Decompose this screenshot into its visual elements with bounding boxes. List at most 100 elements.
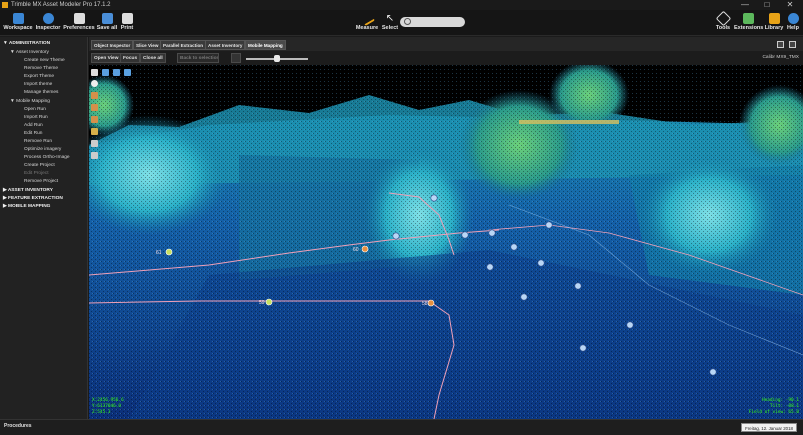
- maximize-view-icon[interactable]: [789, 41, 796, 48]
- sidebar-item[interactable]: Edit Project: [24, 170, 49, 177]
- asset-sphere[interactable]: [626, 321, 634, 329]
- asset-sphere[interactable]: [574, 282, 582, 290]
- preferences-icon: [73, 13, 85, 24]
- sidebar-item[interactable]: Import Run: [24, 114, 48, 121]
- viewer-toolbar: Open View Focus Close all Back to select…: [89, 51, 803, 65]
- sidebar-item[interactable]: ▶ FEATURE EXTRACTION: [3, 195, 63, 202]
- select-button[interactable]: ↖ Select: [381, 11, 399, 35]
- run-marker[interactable]: [265, 298, 273, 306]
- minimize-button[interactable]: —: [735, 0, 755, 10]
- asset-sphere[interactable]: [709, 368, 717, 376]
- printer-icon: [121, 13, 133, 24]
- run-marker[interactable]: [361, 245, 369, 253]
- coord-z: Z:545.3: [92, 410, 111, 415]
- tab-bar: Object Inspector Slice View Parallel Ext…: [89, 37, 803, 51]
- sidebar-item[interactable]: Create Project: [24, 162, 55, 169]
- sidebar-item[interactable]: Remove Run: [24, 138, 52, 145]
- save-all-label: Save all: [96, 25, 118, 31]
- point-cloud-viewport[interactable]: 61 60 59 58: [89, 65, 803, 419]
- view-tool-1-icon[interactable]: [91, 69, 98, 76]
- sidebar-item[interactable]: ▶ ASSET INVENTORY: [3, 187, 53, 194]
- asset-sphere[interactable]: [545, 221, 553, 229]
- procedures-label[interactable]: Procedures: [4, 423, 32, 429]
- view-tool-2-icon[interactable]: [102, 69, 109, 76]
- cursor-icon: ↖: [385, 13, 395, 24]
- sidebar-item[interactable]: Open Run: [24, 106, 46, 113]
- sidebar-item[interactable]: ▼ Mobile Mapping: [10, 98, 50, 105]
- sidebar-item[interactable]: Manage themes: [24, 89, 58, 96]
- preferences-button[interactable]: Preferences: [63, 11, 95, 35]
- sidebar-item[interactable]: Remove Theme: [24, 65, 58, 72]
- sidebar-item[interactable]: Edit Run: [24, 130, 42, 137]
- sidebar-item[interactable]: Process Ortho-Image: [24, 154, 70, 161]
- back-to-selection-button[interactable]: Back to selection: [177, 53, 219, 63]
- close-window-button[interactable]: ✕: [780, 0, 800, 10]
- asset-sphere[interactable]: [520, 293, 528, 301]
- sidebar-item[interactable]: ▶ MOBILE MAPPING: [3, 203, 50, 210]
- sidebar-item[interactable]: Create new Theme: [24, 57, 65, 64]
- tools-button[interactable]: Tools: [713, 10, 733, 35]
- open-view-button[interactable]: Open View: [91, 53, 122, 63]
- asset-sphere[interactable]: [510, 243, 518, 251]
- layout-icon[interactable]: [777, 41, 784, 48]
- layer-tool-3-icon[interactable]: [91, 116, 98, 123]
- inspector-label: Inspector: [35, 25, 61, 31]
- search-icon: [404, 18, 411, 25]
- orbit-icon[interactable]: [91, 80, 98, 87]
- extensions-label: Extensions: [734, 25, 764, 31]
- run-marker[interactable]: [427, 299, 435, 307]
- marker-label: 58: [422, 301, 428, 307]
- print-label: Print: [120, 25, 134, 31]
- help-button[interactable]: Help: [785, 11, 801, 35]
- sidebar-item[interactable]: ▼ Asset Inventory: [10, 49, 49, 56]
- preferences-label: Preferences: [63, 25, 95, 31]
- asset-sphere[interactable]: [488, 229, 496, 237]
- extensions-icon: [742, 13, 754, 24]
- tab-asset-inventory[interactable]: Asset Inventory: [205, 40, 246, 50]
- help-label: Help: [787, 25, 799, 31]
- library-label: Library: [764, 25, 784, 31]
- tab-slice-view[interactable]: Slice View: [133, 40, 162, 50]
- layer-tool-4-icon[interactable]: [91, 128, 98, 135]
- view-tool-3-icon[interactable]: [113, 69, 120, 76]
- inspector-button[interactable]: Inspector: [34, 11, 62, 35]
- asset-sphere[interactable]: [461, 231, 469, 239]
- layer-tool-6-icon[interactable]: [91, 152, 98, 159]
- measure-icon: [359, 10, 375, 27]
- calibration-label: Calibr MX9_TMX: [762, 55, 799, 60]
- library-button[interactable]: Library: [764, 11, 784, 35]
- focus-button[interactable]: Focus: [120, 53, 141, 63]
- close-all-button[interactable]: Close all: [140, 53, 166, 63]
- view-tool-4-icon[interactable]: [124, 69, 131, 76]
- sidebar-item[interactable]: ▼ ADMINISTRATION: [3, 40, 50, 47]
- layer-tool-5-icon[interactable]: [91, 140, 98, 147]
- maximize-button[interactable]: □: [757, 0, 777, 10]
- measure-button[interactable]: Measure: [354, 10, 380, 35]
- window-title: Trimble MX Asset Modeler Pro 17.1.2: [11, 2, 111, 8]
- sidebar-item[interactable]: Import theme: [24, 81, 52, 88]
- asset-sphere[interactable]: [537, 259, 545, 267]
- workspace-button[interactable]: Workspace: [3, 11, 33, 35]
- sidebar-item[interactable]: Add Run: [24, 122, 43, 129]
- asset-sphere[interactable]: [579, 344, 587, 352]
- marker-label: 60: [353, 247, 359, 253]
- asset-sphere[interactable]: [430, 194, 438, 202]
- settings-icon[interactable]: [231, 53, 241, 63]
- layer-tool-2-icon[interactable]: [91, 104, 98, 111]
- sidebar-item[interactable]: Remove Project: [24, 178, 58, 185]
- camera-readout: Heading: -90.1 Tilt: -88.1 Field of view…: [749, 398, 799, 416]
- sidebar-item[interactable]: Optimize imagery: [24, 146, 61, 153]
- tab-parallel-extraction[interactable]: Parallel Extraction: [160, 40, 207, 50]
- procedures-sidebar: ▼ ADMINISTRATION ▼ Asset Inventory Create …: [0, 37, 88, 419]
- asset-sphere[interactable]: [392, 232, 400, 240]
- sidebar-item[interactable]: Export Theme: [24, 73, 54, 80]
- slider-handle[interactable]: [274, 55, 280, 62]
- layer-tool-1-icon[interactable]: [91, 92, 98, 99]
- extensions-button[interactable]: Extensions: [734, 11, 764, 35]
- tab-mobile-mapping[interactable]: Mobile Mapping: [245, 40, 286, 50]
- run-marker[interactable]: [165, 248, 173, 256]
- save-all-button[interactable]: Save all: [96, 11, 118, 35]
- print-button[interactable]: Print: [119, 11, 135, 35]
- asset-sphere[interactable]: [486, 263, 494, 271]
- tab-object-inspector[interactable]: Object Inspector: [91, 40, 134, 50]
